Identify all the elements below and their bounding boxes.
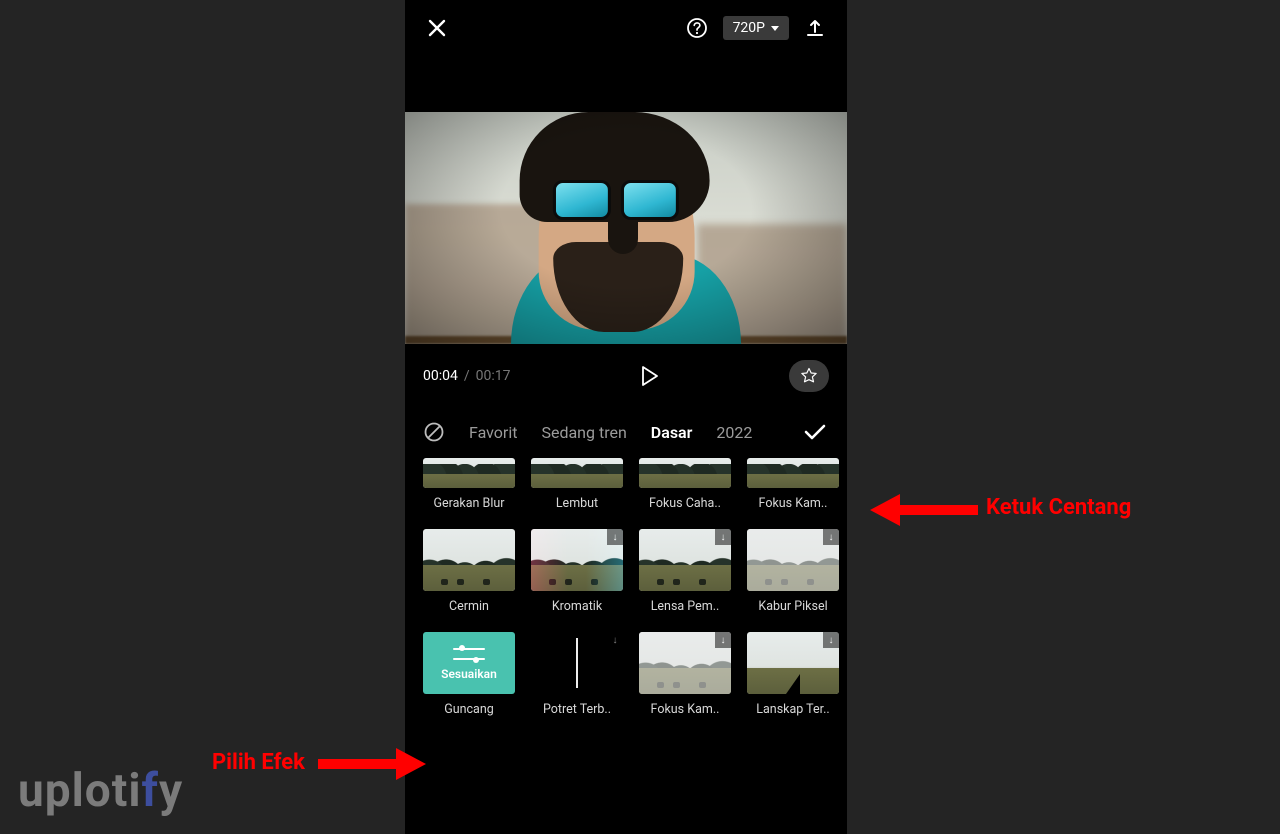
time-duration: 00:17 [476,368,511,384]
check-icon [802,419,828,445]
effect-label: Fokus Caha.. [649,496,721,511]
effect-gerakan-blur[interactable]: Gerakan Blur [423,458,515,511]
ban-icon [423,421,445,443]
resolution-selector[interactable]: 720P [723,16,789,40]
watermark-part: uploti [18,764,142,818]
effect-label: Kromatik [552,599,602,614]
effects-row-3: Sesuaikan Guncang ↓ Potret Terb.. ↓ Foku… [405,632,847,735]
time-current: 00:04 [423,368,458,384]
effect-lensa-pembesar[interactable]: ↓ Lensa Pem.. [639,529,731,614]
effect-potret-terbalik[interactable]: ↓ Potret Terb.. [531,632,623,717]
effects-row-2: Cermin ↓ Kromatik ↓ Lensa Pem.. ↓ Kabur … [405,529,847,632]
effect-kromatik[interactable]: ↓ Kromatik [531,529,623,614]
effect-category-tabs: Favorit Sedang tren Dasar 2022 [405,408,847,456]
effect-guncang[interactable]: Sesuaikan Guncang [423,632,515,717]
download-icon: ↓ [823,529,839,545]
effect-label: Lanskap Ter.. [756,702,829,717]
effects-row-1: Gerakan Blur Lembut Fokus Caha.. Fokus K… [405,458,847,529]
watermark-uplotify: uplotify [18,764,183,818]
chevron-down-icon [771,26,779,31]
export-button[interactable] [799,12,831,44]
app-screen: 720P 00:04 / 00:17 [405,0,847,834]
effect-lanskap-terbelah[interactable]: ↓ Lanskap Ter.. [747,632,839,717]
editor-header: 720P [405,0,847,56]
play-icon [640,365,660,387]
help-button[interactable] [681,12,713,44]
sliders-icon [453,645,485,663]
play-button[interactable] [630,356,670,396]
effect-label: Lembut [556,496,598,511]
effect-label: Guncang [444,702,494,717]
download-icon: ↓ [715,632,731,648]
watermark-part: y [159,764,183,818]
download-icon: ↓ [823,632,839,648]
effect-label: Potret Terb.. [543,702,611,717]
video-preview[interactable] [405,112,847,344]
tab-favorit[interactable]: Favorit [469,423,517,442]
effect-fokus-cahaya[interactable]: Fokus Caha.. [639,458,731,511]
effect-fokus-kamera-2[interactable]: ↓ Fokus Kam.. [639,632,731,717]
confirm-button[interactable] [801,418,829,446]
effect-cermin[interactable]: Cermin [423,529,515,614]
effect-label: Fokus Kam.. [759,496,828,511]
effect-lembut[interactable]: Lembut [531,458,623,511]
annotation-ketuk-centang: Ketuk Centang [986,495,1131,520]
close-icon [427,18,447,38]
tab-sedang-tren[interactable]: Sedang tren [541,423,626,442]
effect-label: Kabur Piksel [758,599,827,614]
adjust-label: Sesuaikan [441,667,497,681]
help-icon [686,17,708,39]
transport-bar: 00:04 / 00:17 [405,344,847,408]
export-icon [805,18,825,38]
time-separator: / [464,368,470,384]
effect-fokus-kamera-1[interactable]: Fokus Kam.. [747,458,839,511]
download-icon: ↓ [715,529,731,545]
annotation-arrow-right [870,490,980,530]
no-effect-button[interactable] [423,421,445,443]
effect-label: Lensa Pem.. [651,599,720,614]
effect-label: Cermin [449,599,489,614]
resolution-label: 720P [733,20,765,36]
effect-label: Gerakan Blur [433,496,504,511]
star-icon [800,367,818,385]
tab-dasar[interactable]: Dasar [651,423,693,442]
download-icon: ↓ [607,529,623,545]
favorite-button[interactable] [789,360,829,392]
adjust-effect-tile[interactable]: Sesuaikan [423,632,515,694]
watermark-accent: f [142,764,159,818]
tab-2022[interactable]: 2022 [716,423,752,442]
annotation-pilih-efek: Pilih Efek [212,750,305,775]
close-button[interactable] [421,12,453,44]
effect-label: Fokus Kam.. [651,702,720,717]
download-icon: ↓ [607,632,623,648]
effect-kabur-piksel[interactable]: ↓ Kabur Piksel [747,529,839,614]
